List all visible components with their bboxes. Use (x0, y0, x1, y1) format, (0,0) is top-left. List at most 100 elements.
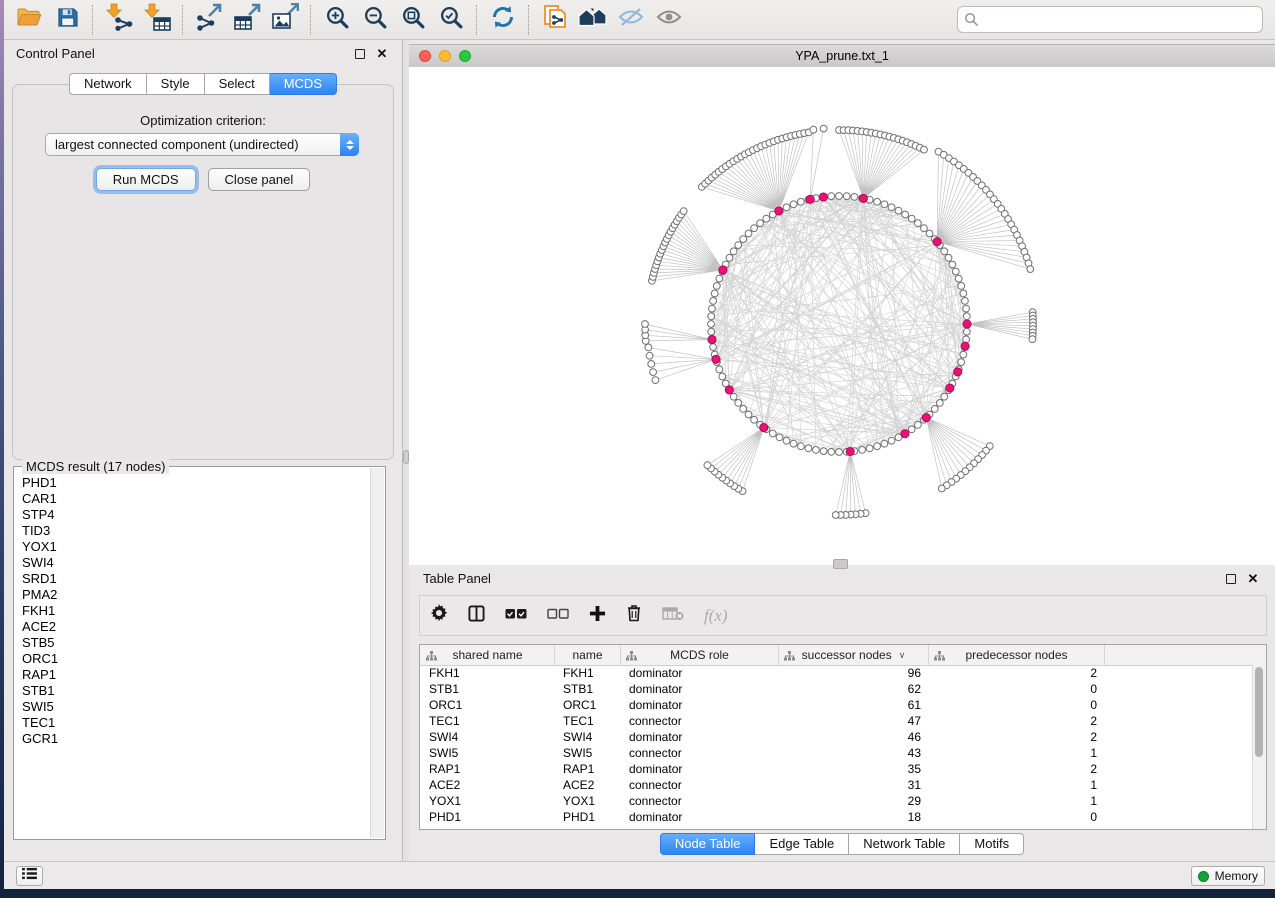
network-node[interactable] (810, 126, 817, 133)
network-node[interactable] (757, 220, 764, 227)
network-node[interactable] (962, 298, 969, 305)
table-row[interactable]: PHD1PHD1dominator180 (420, 809, 1253, 825)
network-window-titlebar[interactable]: YPA_prune.txt_1 (409, 44, 1275, 68)
network-node[interactable] (851, 194, 858, 201)
network-node[interactable] (745, 230, 752, 237)
mcds-node[interactable] (712, 355, 720, 363)
column-header-MCDS-role[interactable]: MCDS role (621, 645, 779, 665)
tab-edge-table[interactable]: Edge Table (755, 833, 849, 855)
export-image-button[interactable] (269, 4, 301, 36)
network-node[interactable] (945, 254, 952, 261)
open-file-button[interactable] (13, 4, 45, 36)
mcds-node[interactable] (719, 266, 727, 274)
table-row[interactable]: ACE2ACE2connector311 (420, 777, 1253, 793)
column-header-shared-name[interactable]: shared name (421, 645, 555, 665)
memory-button[interactable]: Memory (1191, 866, 1265, 886)
network-node[interactable] (713, 283, 720, 290)
tab-node-table[interactable]: Node Table (660, 833, 756, 855)
network-node[interactable] (798, 198, 805, 205)
show-columns-button[interactable] (458, 596, 495, 635)
network-node[interactable] (960, 290, 967, 297)
mcds-result-item[interactable]: FKH1 (18, 603, 367, 619)
network-node[interactable] (908, 215, 915, 222)
network-node[interactable] (730, 393, 737, 400)
mcds-result-item[interactable]: YOX1 (18, 539, 367, 555)
save-session-button[interactable] (51, 4, 83, 36)
result-list-scrollbar[interactable] (370, 468, 384, 838)
mcds-result-item[interactable]: SWI4 (18, 555, 367, 571)
network-node[interactable] (963, 313, 970, 320)
network-node[interactable] (895, 207, 902, 214)
network-node[interactable] (716, 275, 723, 282)
network-node[interactable] (763, 215, 770, 222)
close-table-panel-icon[interactable]: ✕ (1245, 571, 1261, 587)
mcds-node[interactable] (760, 424, 768, 432)
duplicate-network-button[interactable] (539, 4, 571, 36)
column-header-predecessor-nodes[interactable]: predecessor nodes (929, 645, 1105, 665)
import-network-button[interactable] (103, 4, 135, 36)
network-node[interactable] (1027, 266, 1034, 273)
network-node[interactable] (921, 225, 928, 232)
network-node[interactable] (704, 462, 711, 469)
network-node[interactable] (955, 275, 962, 282)
network-node[interactable] (709, 305, 716, 312)
horizontal-splitter-handle[interactable] (833, 559, 848, 569)
network-node[interactable] (866, 445, 873, 452)
vertical-splitter[interactable] (402, 40, 409, 862)
network-node[interactable] (938, 485, 945, 492)
network-node[interactable] (881, 440, 888, 447)
network-node[interactable] (958, 359, 965, 366)
mcds-result-item[interactable]: SWI5 (18, 699, 367, 715)
network-node[interactable] (740, 406, 747, 413)
create-column-button[interactable] (579, 596, 616, 635)
refresh-button[interactable] (487, 4, 519, 36)
network-node[interactable] (790, 440, 797, 447)
mcds-result-item[interactable]: ORC1 (18, 651, 367, 667)
network-node[interactable] (915, 421, 922, 428)
table-row[interactable]: ORC1ORC1dominator610 (420, 697, 1253, 713)
table-row[interactable]: STB1STB1dominator620 (420, 681, 1253, 697)
network-node[interactable] (908, 426, 915, 433)
mcds-result-item[interactable]: STB5 (18, 635, 367, 651)
network-node[interactable] (783, 204, 790, 211)
close-panel-button[interactable]: Close panel (208, 168, 311, 191)
network-node[interactable] (832, 512, 839, 519)
select-all-rows-button[interactable] (495, 596, 537, 635)
network-node[interactable] (648, 361, 655, 368)
network-node[interactable] (680, 208, 687, 215)
mcds-node[interactable] (846, 447, 854, 455)
network-node[interactable] (888, 437, 895, 444)
network-node[interactable] (836, 193, 843, 200)
mcds-node[interactable] (963, 320, 971, 328)
mcds-node[interactable] (775, 207, 783, 215)
show-all-eye-button[interactable] (653, 4, 685, 36)
mcds-node[interactable] (933, 238, 941, 246)
network-node[interactable] (710, 298, 717, 305)
zoom-out-button[interactable] (359, 4, 391, 36)
task-history-button[interactable] (16, 866, 43, 886)
network-node[interactable] (711, 290, 718, 297)
tab-network-table[interactable]: Network Table (849, 833, 960, 855)
network-node[interactable] (650, 369, 657, 376)
network-node[interactable] (874, 198, 881, 205)
mcds-node[interactable] (922, 414, 930, 422)
criterion-select[interactable]: largest connected component (undirected) (45, 133, 359, 156)
import-table-button[interactable] (141, 4, 173, 36)
network-node[interactable] (958, 283, 965, 290)
network-node[interactable] (820, 125, 827, 132)
network-node[interactable] (745, 411, 752, 418)
network-node[interactable] (769, 430, 776, 437)
column-header-name[interactable]: name (555, 645, 621, 665)
table-scrollbar[interactable] (1252, 665, 1266, 829)
network-node[interactable] (726, 254, 733, 261)
network-node[interactable] (776, 434, 783, 441)
mcds-result-item[interactable]: TEC1 (18, 715, 367, 731)
export-network-button[interactable] (193, 4, 225, 36)
float-panel-icon[interactable] (352, 46, 368, 62)
mcds-node[interactable] (961, 342, 969, 350)
network-node[interactable] (941, 248, 948, 255)
export-table-button[interactable] (231, 4, 263, 36)
tab-mcds[interactable]: MCDS (270, 73, 337, 95)
tab-motifs[interactable]: Motifs (960, 833, 1024, 855)
ndex-homes-button[interactable] (577, 4, 609, 36)
